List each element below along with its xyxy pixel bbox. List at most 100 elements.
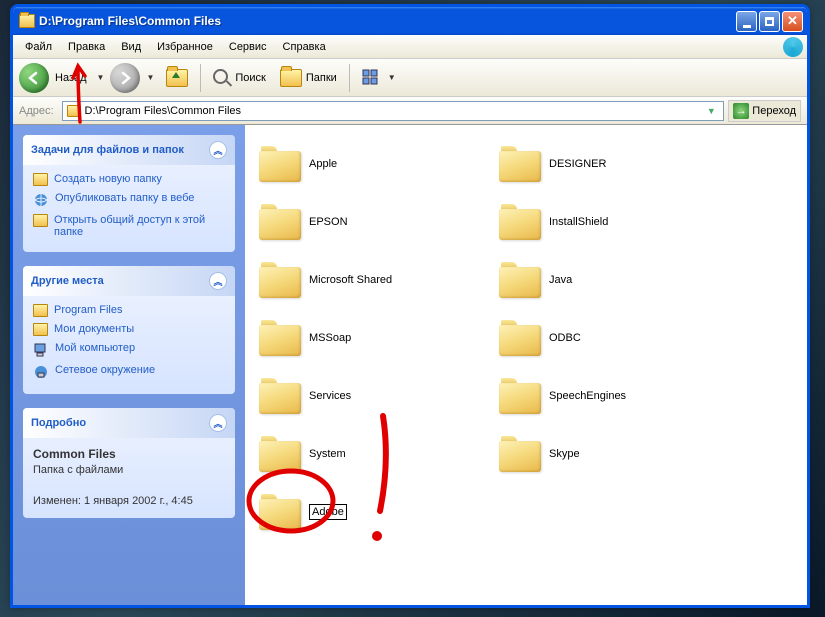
back-label[interactable]: Назад — [55, 72, 87, 84]
folder-item[interactable]: InstallShield — [493, 193, 733, 251]
details-name: Common Files — [33, 447, 116, 461]
place-my-documents[interactable]: Мои документы — [33, 323, 225, 336]
address-dropdown-icon[interactable]: ▼ — [703, 106, 719, 116]
folder-item[interactable]: Services — [253, 367, 493, 425]
address-folder-icon — [67, 105, 81, 117]
titlebar[interactable]: D:\Program Files\Common Files ✕ — [13, 7, 807, 35]
network-icon — [33, 364, 49, 380]
folder-item[interactable]: ODBC — [493, 309, 733, 367]
back-button[interactable] — [19, 63, 49, 93]
toolbar-separator-2 — [349, 64, 350, 92]
folder-name: Java — [549, 274, 572, 286]
folder-item[interactable]: Skype — [493, 425, 733, 483]
sidebar: Задачи для файлов и папок ︽ Создать нову… — [13, 125, 245, 605]
folder-name: Apple — [309, 158, 337, 170]
share-icon — [33, 214, 48, 227]
task-label: Опубликовать папку в вебе — [55, 192, 194, 204]
folder-icon — [259, 436, 301, 472]
up-folder-icon — [166, 69, 188, 87]
places-header[interactable]: Другие места ︽ — [23, 266, 235, 296]
search-icon — [213, 69, 231, 87]
folder-item[interactable]: DESIGNER — [493, 135, 733, 193]
forward-button[interactable] — [110, 63, 140, 93]
menu-service[interactable]: Сервис — [221, 38, 275, 56]
menu-favorites[interactable]: Избранное — [149, 38, 221, 56]
views-dropdown-icon: ▼ — [384, 73, 400, 82]
folder-name: System — [309, 448, 346, 460]
folder-icon — [499, 378, 541, 414]
folder-icon — [499, 320, 541, 356]
content-area[interactable]: Apple DESIGNER EPSONInstallShield Microsoft… — [245, 125, 807, 605]
views-icon — [362, 69, 380, 87]
explorer-window: D:\Program Files\Common Files ✕ Файл Пра… — [10, 4, 810, 608]
details-panel: Подробно ︽ Common Files Папка с файлами … — [23, 408, 235, 518]
chevron-up-icon: ︽ — [209, 414, 227, 432]
folder-icon — [259, 378, 301, 414]
place-network[interactable]: Сетевое окружение — [33, 364, 225, 380]
tasks-header[interactable]: Задачи для файлов и папок ︽ — [23, 135, 235, 165]
place-program-files[interactable]: Program Files — [33, 304, 225, 317]
folder-item[interactable]: System — [253, 425, 493, 483]
menu-view[interactable]: Вид — [113, 38, 149, 56]
folder-item[interactable]: SpeechEngines — [493, 367, 733, 425]
up-button[interactable] — [160, 67, 194, 89]
window-body: Задачи для файлов и папок ︽ Создать нову… — [13, 125, 807, 605]
search-button[interactable]: Поиск — [207, 67, 271, 89]
places-list: Program Files Мои документы Мой компьюте… — [23, 296, 235, 394]
toolbar-separator — [200, 64, 201, 92]
close-button[interactable]: ✕ — [782, 11, 803, 32]
my-documents-icon — [33, 323, 48, 336]
maximize-button[interactable] — [759, 11, 780, 32]
address-input[interactable] — [85, 105, 700, 117]
folder-item[interactable]: Microsoft Shared — [253, 251, 493, 309]
address-input-wrapper[interactable]: ▼ — [62, 101, 725, 121]
place-label: Program Files — [54, 304, 122, 316]
folder-icon — [499, 204, 541, 240]
place-label: Сетевое окружение — [55, 364, 155, 376]
window-folder-icon — [19, 14, 35, 28]
go-button[interactable]: → Переход — [728, 100, 801, 122]
folders-button[interactable]: Папки — [274, 67, 343, 89]
menu-edit[interactable]: Правка — [60, 38, 113, 56]
go-arrow-icon: → — [733, 103, 749, 119]
details-header[interactable]: Подробно ︽ — [23, 408, 235, 438]
new-folder-icon — [33, 173, 48, 186]
folder-name: SpeechEngines — [549, 390, 626, 402]
folder-icon — [259, 262, 301, 298]
chevron-up-icon: ︽ — [209, 272, 227, 290]
task-new-folder[interactable]: Создать новую папку — [33, 173, 225, 186]
folder-name: DESIGNER — [549, 158, 606, 170]
folders-icon — [280, 69, 302, 87]
menubar: Файл Правка Вид Избранное Сервис Справка — [13, 35, 807, 59]
address-label: Адрес: — [19, 105, 54, 117]
toolbar: Назад ▼ ▼ Поиск Папки ▼ — [13, 59, 807, 97]
tasks-list: Создать новую папку Опубликовать папку в… — [23, 165, 235, 252]
forward-dropdown-icon[interactable]: ▼ — [142, 73, 158, 82]
folder-item[interactable]: EPSON — [253, 193, 493, 251]
folder-item[interactable]: Java — [493, 251, 733, 309]
folder-name: Microsoft Shared — [309, 274, 392, 286]
views-button[interactable]: ▼ — [356, 67, 406, 89]
folder-icon — [259, 494, 301, 530]
task-label: Создать новую папку — [54, 173, 162, 185]
folder-item[interactable]: Apple — [253, 135, 493, 193]
xp-logo-icon — [783, 37, 803, 57]
folder-name: Skype — [549, 448, 580, 460]
menu-help[interactable]: Справка — [275, 38, 334, 56]
place-label: Мои документы — [54, 323, 134, 335]
folders-label: Папки — [306, 72, 337, 84]
minimize-button[interactable] — [736, 11, 757, 32]
task-publish-web[interactable]: Опубликовать папку в вебе — [33, 192, 225, 208]
folder-name: ODBC — [549, 332, 581, 344]
folder-item[interactable]: Adobe — [253, 483, 493, 541]
tasks-header-label: Задачи для файлов и папок — [31, 144, 184, 156]
back-dropdown-icon[interactable]: ▼ — [93, 73, 109, 82]
folder-item[interactable]: MSSoap — [253, 309, 493, 367]
places-header-label: Другие места — [31, 275, 104, 287]
place-my-computer[interactable]: Мой компьютер — [33, 342, 225, 358]
place-label: Мой компьютер — [55, 342, 135, 354]
task-share[interactable]: Открыть общий доступ к этой папке — [33, 214, 225, 238]
menu-file[interactable]: Файл — [17, 38, 60, 56]
details-modified: 1 января 2002 г., 4:45 — [84, 495, 193, 507]
details-type: Папка с файлами — [33, 464, 123, 476]
